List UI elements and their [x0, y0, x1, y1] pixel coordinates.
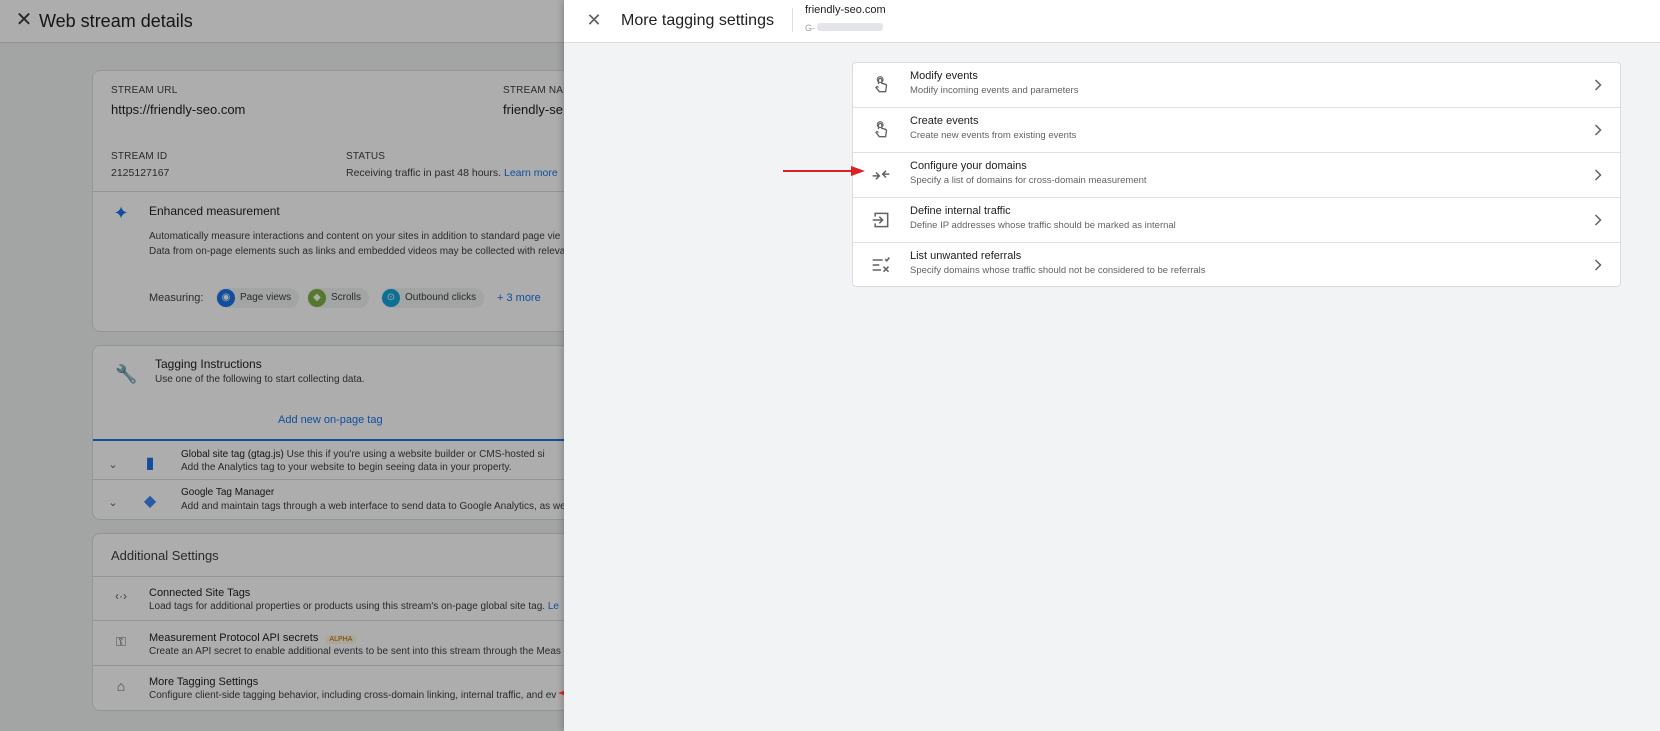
- measurement-id-prefix: G-: [805, 23, 815, 33]
- touch-icon: [875, 121, 888, 138]
- chevron-right-icon: [1594, 169, 1602, 181]
- item-title: Define internal traffic: [910, 205, 1011, 217]
- list-item-internal-traffic[interactable]: Define internal traffic Define IP addres…: [853, 198, 1620, 243]
- stream-site-name: friendly-seo.com: [805, 4, 886, 16]
- chevron-right-icon: [1594, 124, 1602, 136]
- item-title: Configure your domains: [910, 160, 1027, 172]
- list-item-modify-events[interactable]: Modify events Modify incoming events and…: [853, 63, 1620, 108]
- merge-arrows-icon: [872, 170, 890, 180]
- measurement-id: G-: [805, 18, 883, 33]
- list-remove-icon: [872, 257, 890, 273]
- chevron-right-icon: [1594, 259, 1602, 271]
- item-title: List unwanted referrals: [910, 250, 1022, 262]
- tagging-settings-list: Modify events Modify incoming events and…: [852, 62, 1621, 287]
- item-desc: Define IP addresses whose traffic should…: [910, 220, 1176, 231]
- measurement-id-redacted: [817, 22, 883, 31]
- touch-icon: [875, 76, 888, 93]
- modal-scrim[interactable]: [0, 0, 564, 731]
- header-divider: [792, 8, 793, 32]
- item-desc: Specify a list of domains for cross-doma…: [910, 175, 1147, 186]
- drawer-title: More tagging settings: [621, 12, 774, 29]
- item-title: Create events: [910, 115, 979, 127]
- item-desc: Modify incoming events and parameters: [910, 85, 1079, 96]
- drawer-header: ✕ More tagging settings friendly-seo.com…: [564, 0, 1660, 43]
- annotation-arrow-configure-domains: [783, 166, 865, 176]
- item-desc: Specify domains whose traffic should not…: [910, 265, 1206, 276]
- login-icon: [872, 212, 889, 228]
- chevron-right-icon: [1594, 79, 1602, 91]
- arrowhead-icon: [851, 166, 865, 176]
- more-tagging-settings-drawer: ✕ More tagging settings friendly-seo.com…: [564, 0, 1660, 731]
- item-title: Modify events: [910, 70, 978, 82]
- chevron-right-icon: [1594, 214, 1602, 226]
- list-item-configure-domains[interactable]: Configure your domains Specify a list of…: [853, 153, 1620, 198]
- item-desc: Create new events from existing events: [910, 130, 1077, 141]
- list-item-create-events[interactable]: Create events Create new events from exi…: [853, 108, 1620, 153]
- list-item-unwanted-referrals[interactable]: List unwanted referrals Specify domains …: [853, 243, 1620, 288]
- close-icon[interactable]: ✕: [582, 8, 606, 32]
